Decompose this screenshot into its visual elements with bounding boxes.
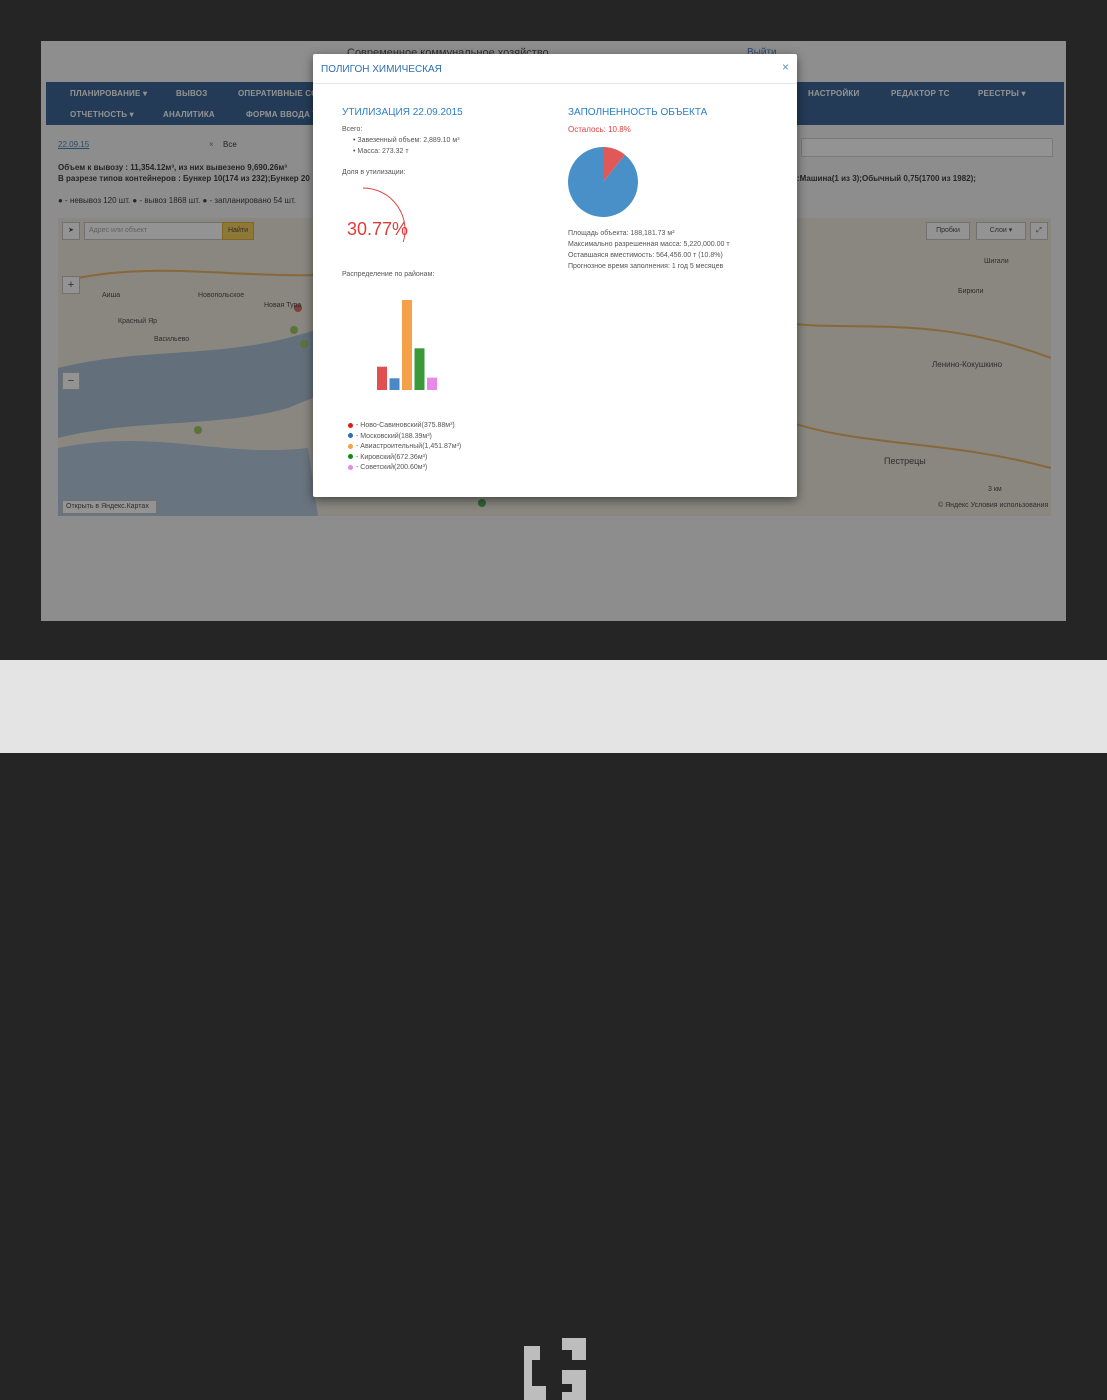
legend-label: - Авиастроительный(1,451.87м³) [356,443,462,450]
bar-Авиастроительный [402,300,412,390]
legend-item: - Советский(200.60м³) [348,464,427,471]
legend-label: - Кировский(672.36м³) [356,453,428,461]
legend-item: - Московский(188.39м³) [348,433,432,440]
district-label: Распределение по районам: [342,271,435,278]
capacity-left-value: Оставшаяся вместимость: 564,456.00 т (10… [568,252,723,259]
bar-Советский [427,377,437,390]
fill-title: ЗАПОЛНЕННОСТЬ ОБЪЕКТА [568,107,708,118]
bar-Московский [389,378,400,390]
utilization-title: УТИЛИЗАЦИЯ 22.09.2015 [342,107,463,118]
legend-label: - Советский(200.60м³) [356,464,428,471]
legend-item: - Ново-Савиновский(375.88м³) [348,422,455,429]
legend-label: - Московский(188.39м³) [356,432,432,440]
legend-dot [348,464,353,470]
legend-item: - Кировский(672.36м³) [348,454,427,461]
district-bar-chart [377,300,437,390]
modal-title: ПОЛИГОН ХИМИЧЕСКАЯ [321,64,442,75]
device-bezel-bottom [0,660,1107,1400]
share-label: Доля в утилизации: [342,169,406,176]
bar-Ново-Савиновский [377,366,387,390]
total-label: Всего: [342,126,363,133]
facility-modal: ПОЛИГОН ХИМИЧЕСКАЯ × УТИЛИЗАЦИЯ 22.09.20… [313,54,797,497]
legend-dot [348,422,353,428]
share-value: 30.77% [347,219,409,239]
mass-value: • Масса: 273.32 т [353,148,409,155]
legend-dot [348,454,353,460]
area-value: Площадь объекта: 188,181.73 м² [568,230,675,237]
bar-Кировский [414,348,425,390]
fill-pie-chart [568,147,639,217]
max-mass-value: Максимально разрешенная масса: 5,220,000… [568,241,730,248]
legend-dot [348,443,353,449]
modal-divider [313,83,797,84]
remaining-percent: Осталось: 10.8% [568,125,631,134]
imported-volume: • Завезенный объем: 2,889.10 м³ [353,137,460,144]
forecast-value: Прогнозное время заполнения: 1 год 5 мес… [568,263,724,270]
legend-label: - Ново-Савиновский(375.88м³) [356,422,455,429]
close-icon[interactable]: × [782,60,789,74]
app-logo [524,1338,586,1400]
legend-item: - Авиастроительный(1,451.87м³) [348,443,461,450]
legend-dot [348,433,353,439]
